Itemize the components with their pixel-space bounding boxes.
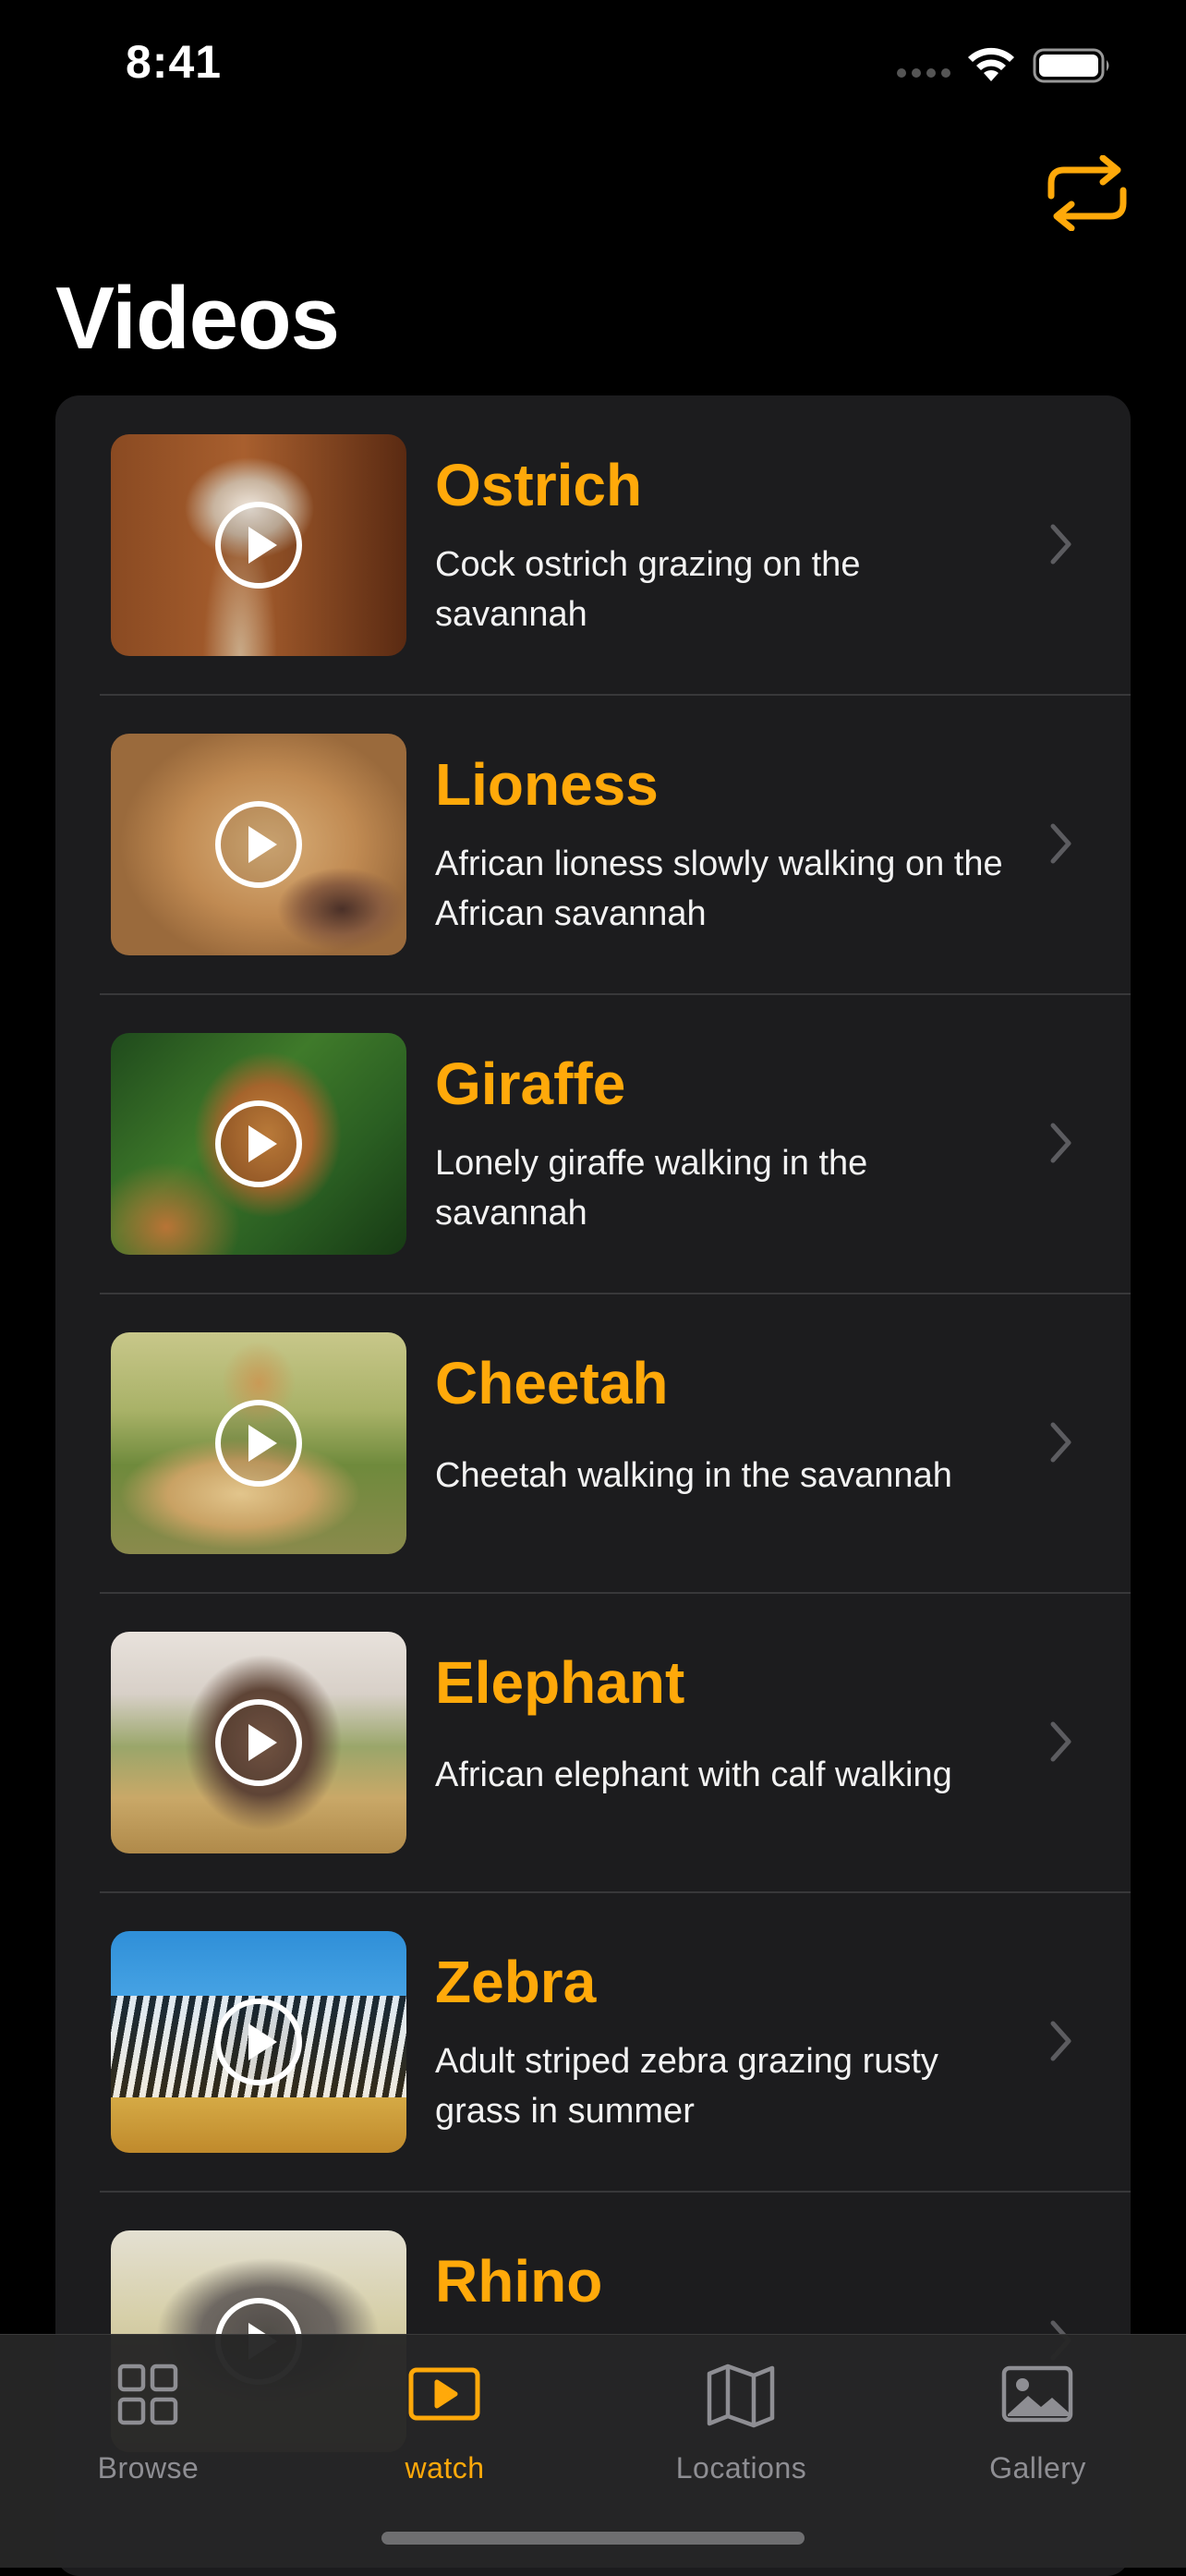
tab-label: watch [405,2451,485,2485]
chevron-right-icon [1050,1721,1071,1762]
play-icon [215,502,302,589]
page-title: Videos [55,269,340,368]
video-row-cheetah[interactable]: Cheetah Cheetah walking in the savannah [55,1294,1131,1593]
play-icon [215,1999,302,2085]
video-thumbnail [111,434,406,656]
video-title: Zebra [435,1949,597,2015]
tab-watch[interactable]: watch [296,2335,593,2501]
video-title: Elephant [435,1649,685,1716]
wifi-icon [968,47,1014,81]
video-thumbnail [111,1033,406,1255]
video-description: Cock ostrich grazing on the savannah [435,545,861,634]
chevron-right-icon [1050,823,1071,864]
grid-icon [117,2363,178,2425]
tab-gallery[interactable]: Gallery [890,2335,1186,2501]
chevron-right-icon [1050,2021,1071,2061]
status-bar: 8:41 [0,0,1186,139]
video-row-ostrich[interactable]: Ostrich Cock ostrich grazing on the sava… [55,395,1131,695]
video-list: Ostrich Cock ostrich grazing on the sava… [55,395,1131,2576]
video-title: Ostrich [435,452,643,518]
video-description: African lioness slowly walking on the Af… [435,844,1003,933]
chevron-right-icon [1050,1123,1071,1163]
photo-icon [1001,2365,1073,2423]
video-row-elephant[interactable]: Elephant African elephant with calf walk… [55,1593,1131,1892]
video-thumbnail [111,734,406,955]
swap-arrows-icon[interactable] [1044,155,1131,231]
video-description: African elephant with calf walking [435,1756,952,1794]
video-title: Cheetah [435,1350,669,1416]
battery-icon [1033,48,1109,83]
tab-label: Locations [675,2451,807,2485]
cellular-signal-icon [897,68,950,78]
video-title: Lioness [435,751,659,818]
video-thumbnail [111,1931,406,2153]
video-title: Giraffe [435,1051,626,1117]
play-icon [215,1699,302,1786]
chevron-right-icon [1050,524,1071,565]
chevron-right-icon [1050,1422,1071,1463]
tab-browse[interactable]: Browse [0,2335,296,2501]
video-row-zebra[interactable]: Zebra Adult striped zebra grazing rusty … [55,1892,1131,2192]
video-thumbnail [111,1632,406,1853]
play-icon [215,1100,302,1187]
status-time: 8:41 [126,36,223,88]
tab-label: Browse [97,2451,200,2485]
tab-label: Gallery [989,2451,1086,2485]
play-icon [215,801,302,888]
video-description: Lonely giraffe walking in the savannah [435,1144,868,1233]
home-indicator [381,2532,805,2545]
tab-locations[interactable]: Locations [593,2335,890,2501]
video-title: Rhino [435,2248,603,2315]
video-row-giraffe[interactable]: Giraffe Lonely giraffe walking in the sa… [55,994,1131,1294]
video-description: Adult striped zebra grazing rusty grass … [435,2042,938,2131]
video-description: Cheetah walking in the savannah [435,1456,952,1495]
play-icon [215,1400,302,1487]
video-row-lioness[interactable]: Lioness African lioness slowly walking o… [55,695,1131,994]
video-thumbnail [111,1332,406,1554]
play-rectangle-icon [408,2367,480,2421]
map-icon [707,2363,775,2428]
